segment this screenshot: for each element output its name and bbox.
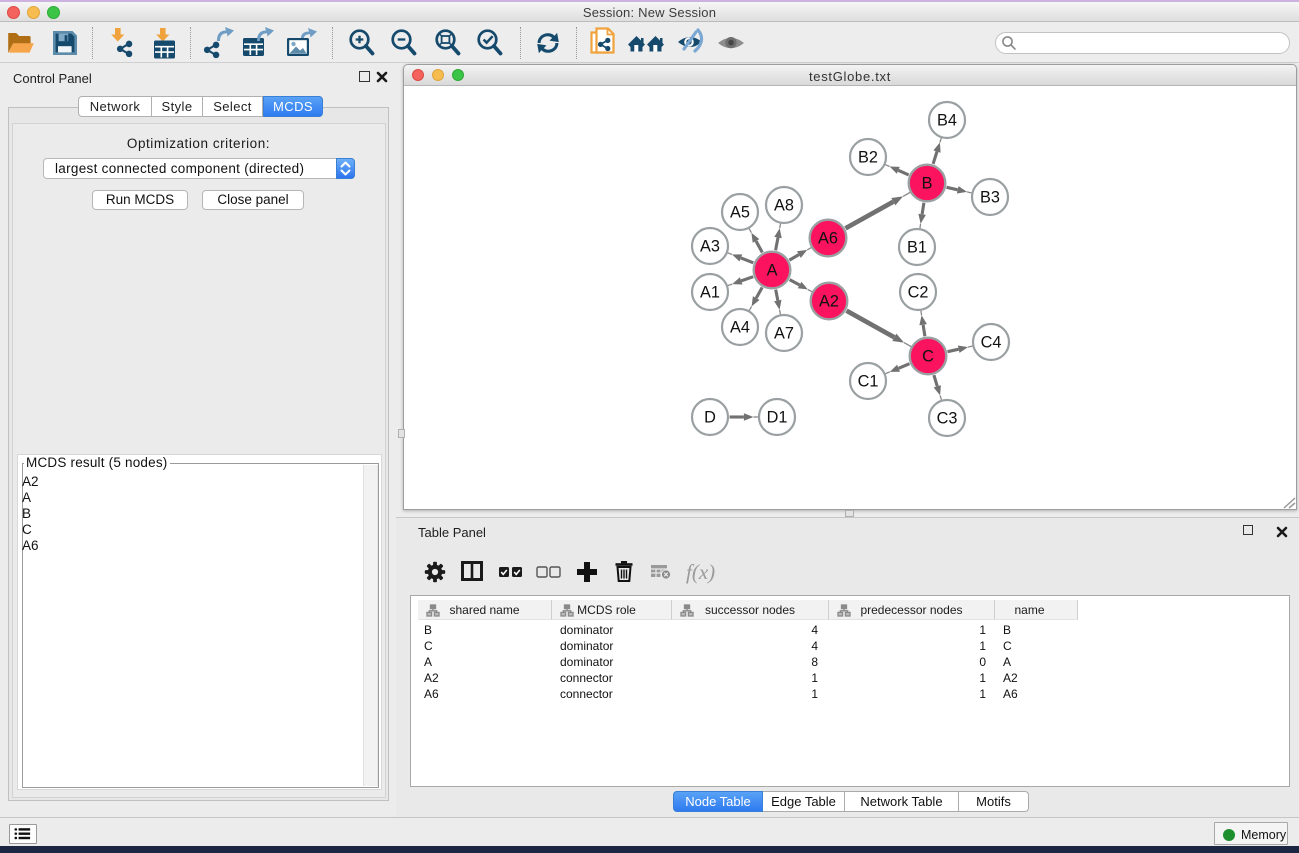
svg-text:B3: B3	[980, 189, 1000, 207]
svg-text:A3: A3	[700, 238, 720, 256]
svg-text:A: A	[767, 262, 778, 280]
svg-text:B1: B1	[907, 239, 927, 257]
svg-text:A8: A8	[774, 197, 794, 215]
svg-text:A5: A5	[730, 204, 750, 222]
svg-text:C: C	[922, 348, 934, 366]
svg-text:A1: A1	[700, 284, 720, 302]
svg-text:A6: A6	[818, 230, 838, 248]
svg-text:D1: D1	[767, 409, 788, 427]
svg-text:D: D	[704, 409, 716, 427]
svg-text:B4: B4	[937, 112, 957, 130]
svg-text:B2: B2	[858, 149, 878, 167]
svg-text:C4: C4	[981, 334, 1002, 352]
svg-text:A7: A7	[774, 325, 794, 343]
svg-text:B: B	[922, 175, 933, 193]
svg-text:A4: A4	[730, 319, 750, 337]
svg-text:C3: C3	[937, 410, 958, 428]
svg-text:C1: C1	[858, 373, 879, 391]
svg-text:A2: A2	[819, 293, 839, 311]
svg-text:C2: C2	[908, 284, 929, 302]
